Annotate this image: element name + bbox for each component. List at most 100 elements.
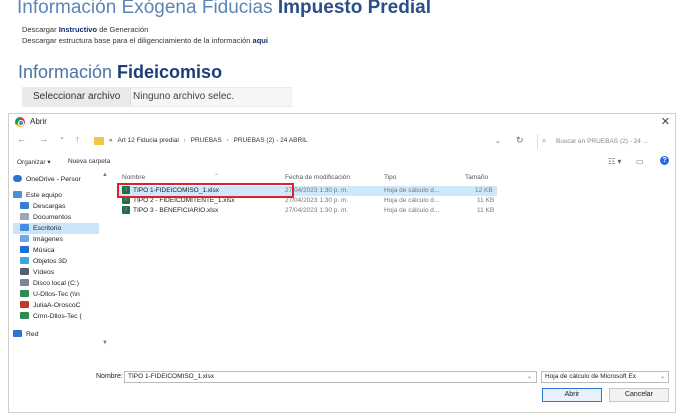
back-arrow-icon[interactable]: ← <box>17 134 26 144</box>
view-options-icon[interactable]: ☷ ▾ <box>608 157 621 166</box>
nav-item-downloads[interactable]: Descargas <box>13 201 99 212</box>
navigation-pane: OneDrive - Persor Este equipo Descargas … <box>9 170 104 367</box>
instructions-prefix: Descargar <box>22 25 59 34</box>
template-download-link[interactable]: aqui <box>253 36 268 45</box>
breadcrumb-separator: › <box>226 137 229 144</box>
instructivo-link[interactable]: Instructivo <box>59 25 97 34</box>
recent-locations-chevron-icon[interactable]: ⌄ <box>59 133 65 141</box>
file-type: Hoja de cálculo d... <box>384 207 440 214</box>
file-modified: 27/04/2023 1:30 p. m. <box>285 207 349 214</box>
video-icon <box>20 268 29 275</box>
file-name: TIPO 3 - BENEFICIARIO.xlsx <box>133 207 219 214</box>
organize-button[interactable]: Organizar ▾ <box>17 158 51 166</box>
column-header-type[interactable]: Tipo <box>384 174 396 181</box>
dialog-titlebar: Abrir ✕ <box>9 114 675 131</box>
nav-item-label: Cmn-Dllos-Tec ( <box>33 313 82 320</box>
nav-item-onedrive[interactable]: OneDrive - Persor <box>13 174 99 185</box>
music-icon <box>20 246 29 253</box>
selected-file-highlight <box>117 183 294 198</box>
chevron-down-icon[interactable]: ⌄ <box>659 372 665 382</box>
column-header-modified[interactable]: Fecha de modificación <box>285 174 350 181</box>
nav-item-music[interactable]: Música <box>13 245 99 256</box>
file-input[interactable]: Seleccionar archivo Ninguno archivo sele… <box>22 87 292 107</box>
address-dropdown-icon[interactable]: ⌄ <box>495 137 501 145</box>
nav-item-label: Imágenes <box>33 236 63 243</box>
column-header-size[interactable]: Tamaño <box>465 174 488 181</box>
open-button[interactable]: Abrir <box>542 388 602 402</box>
up-arrow-icon[interactable]: ↑ <box>75 134 80 144</box>
cancel-button[interactable]: Cancelar <box>609 388 669 402</box>
nav-item-label: OneDrive - Persor <box>26 176 81 183</box>
file-size: 11 KB <box>477 207 495 214</box>
file-type: Hoja de cálculo d... <box>384 187 440 194</box>
scroll-down-icon[interactable]: ▼ <box>102 340 108 346</box>
refresh-icon[interactable]: ↻ <box>516 135 524 146</box>
breadcrumb-item[interactable]: PRUEBAS (2) - 24 ABRIL <box>234 137 308 144</box>
nav-item-network-drive[interactable]: Cmn-Dllos-Tec ( <box>13 311 99 322</box>
breadcrumb-item[interactable]: Art 12 Fiducia predial <box>117 137 178 144</box>
search-icon: ⌕ <box>542 136 547 145</box>
file-modified: 27/04/2023 1:30 p. m. <box>285 187 349 194</box>
nav-item-label: Objetos 3D <box>33 258 68 265</box>
file-row[interactable]: X TIPO 3 - BENEFICIARIO.xlsx 27/04/2023 … <box>119 206 497 216</box>
scroll-up-icon[interactable]: ▲ <box>102 172 108 178</box>
nav-item-label: Música <box>33 247 55 254</box>
nav-item-videos[interactable]: Vídeos <box>13 267 99 278</box>
instructions-suffix: de Generación <box>97 25 149 34</box>
desktop-icon <box>20 224 29 231</box>
pictures-icon <box>20 235 29 242</box>
chevron-down-icon[interactable]: ⌄ <box>527 372 532 382</box>
nav-item-label: Escritorio <box>33 225 62 232</box>
file-type: Hoja de cálculo d... <box>384 197 440 204</box>
breadcrumb-overflow[interactable]: « <box>109 137 113 144</box>
nav-item-this-pc[interactable]: Este equipo <box>13 190 99 201</box>
breadcrumb-separator: › <box>183 137 186 144</box>
nav-item-label: U-Dllos-Tec (\\n <box>33 291 80 298</box>
close-icon[interactable]: ✕ <box>661 115 670 128</box>
file-modified: 27/04/2023 1:30 p. m. <box>285 197 349 204</box>
help-icon[interactable]: ? <box>660 156 669 165</box>
dialog-footer: Nombre: TIPO 1-FIDEICOMISO_1.xlsx ⌄ Hoja… <box>9 367 675 413</box>
section-title-bold: Fideicomiso <box>117 62 223 82</box>
filename-input[interactable]: TIPO 1-FIDEICOMISO_1.xlsx ⌄ <box>124 371 537 383</box>
nav-item-label: Documentos <box>33 214 72 221</box>
filetype-select[interactable]: Hoja de cálculo de Microsoft Ex ⌄ <box>541 371 669 383</box>
preview-pane-icon[interactable]: ▭ <box>636 157 644 166</box>
network-icon <box>13 330 22 337</box>
choose-file-button[interactable]: Seleccionar archivo <box>23 88 132 106</box>
address-bar: ← → ⌄ ↑ « Art 12 Fiducia predial › PRUEB… <box>9 133 675 150</box>
filename-value: TIPO 1-FIDEICOMISO_1.xlsx <box>128 373 214 380</box>
cube-icon <box>20 257 29 264</box>
nav-item-desktop[interactable]: Escritorio <box>13 223 99 234</box>
nav-item-3d-objects[interactable]: Objetos 3D <box>13 256 99 267</box>
section-title-prefix: Información <box>18 62 118 82</box>
new-folder-button[interactable]: Nueva carpeta <box>68 158 110 165</box>
breadcrumb-item[interactable]: PRUEBAS <box>191 137 222 144</box>
web-page: Información Exógena Fiducias Impuesto Pr… <box>0 0 676 112</box>
breadcrumb[interactable]: « Art 12 Fiducia predial › PRUEBAS › PRU… <box>109 137 308 144</box>
no-file-text: Ninguno archivo selec. <box>133 91 235 102</box>
filetype-value: Hoja de cálculo de Microsoft Ex <box>545 373 637 380</box>
column-header-name[interactable]: Nombre ⌃ <box>122 174 219 181</box>
nav-item-label: Descargas <box>33 203 66 210</box>
file-size: 11 KB <box>477 197 495 204</box>
nav-item-label: Este equipo <box>26 192 62 199</box>
column-header-label: Nombre <box>122 174 146 181</box>
nav-item-pictures[interactable]: Imágenes <box>13 234 99 245</box>
page-title: Información Exógena Fiducias Impuesto Pr… <box>17 0 431 19</box>
search-input[interactable]: ⌕ Buscar en PRUEBAS (2) - 24 ... <box>537 134 673 149</box>
drive-icon <box>20 279 29 286</box>
sort-caret-icon: ⌃ <box>214 174 220 180</box>
file-size: 12 KB <box>475 187 493 194</box>
nav-pane-scrollbar[interactable]: ▲ ▼ <box>102 170 110 367</box>
chrome-icon <box>15 117 25 127</box>
search-placeholder: Buscar en PRUEBAS (2) - 24 ... <box>556 138 649 145</box>
section-title: Información Fideicomiso <box>18 62 222 83</box>
nav-item-network-drive[interactable]: JuliaA-OroscoC <box>13 300 99 311</box>
forward-arrow-icon[interactable]: → <box>39 134 48 144</box>
nav-item-network-drive[interactable]: U-Dllos-Tec (\\n <box>13 289 99 300</box>
nav-item-documents[interactable]: Documentos <box>13 212 99 223</box>
dialog-title: Abrir <box>30 117 47 126</box>
nav-item-network[interactable]: Red <box>13 329 99 340</box>
nav-item-local-disk[interactable]: Disco local (C:) <box>13 278 99 289</box>
